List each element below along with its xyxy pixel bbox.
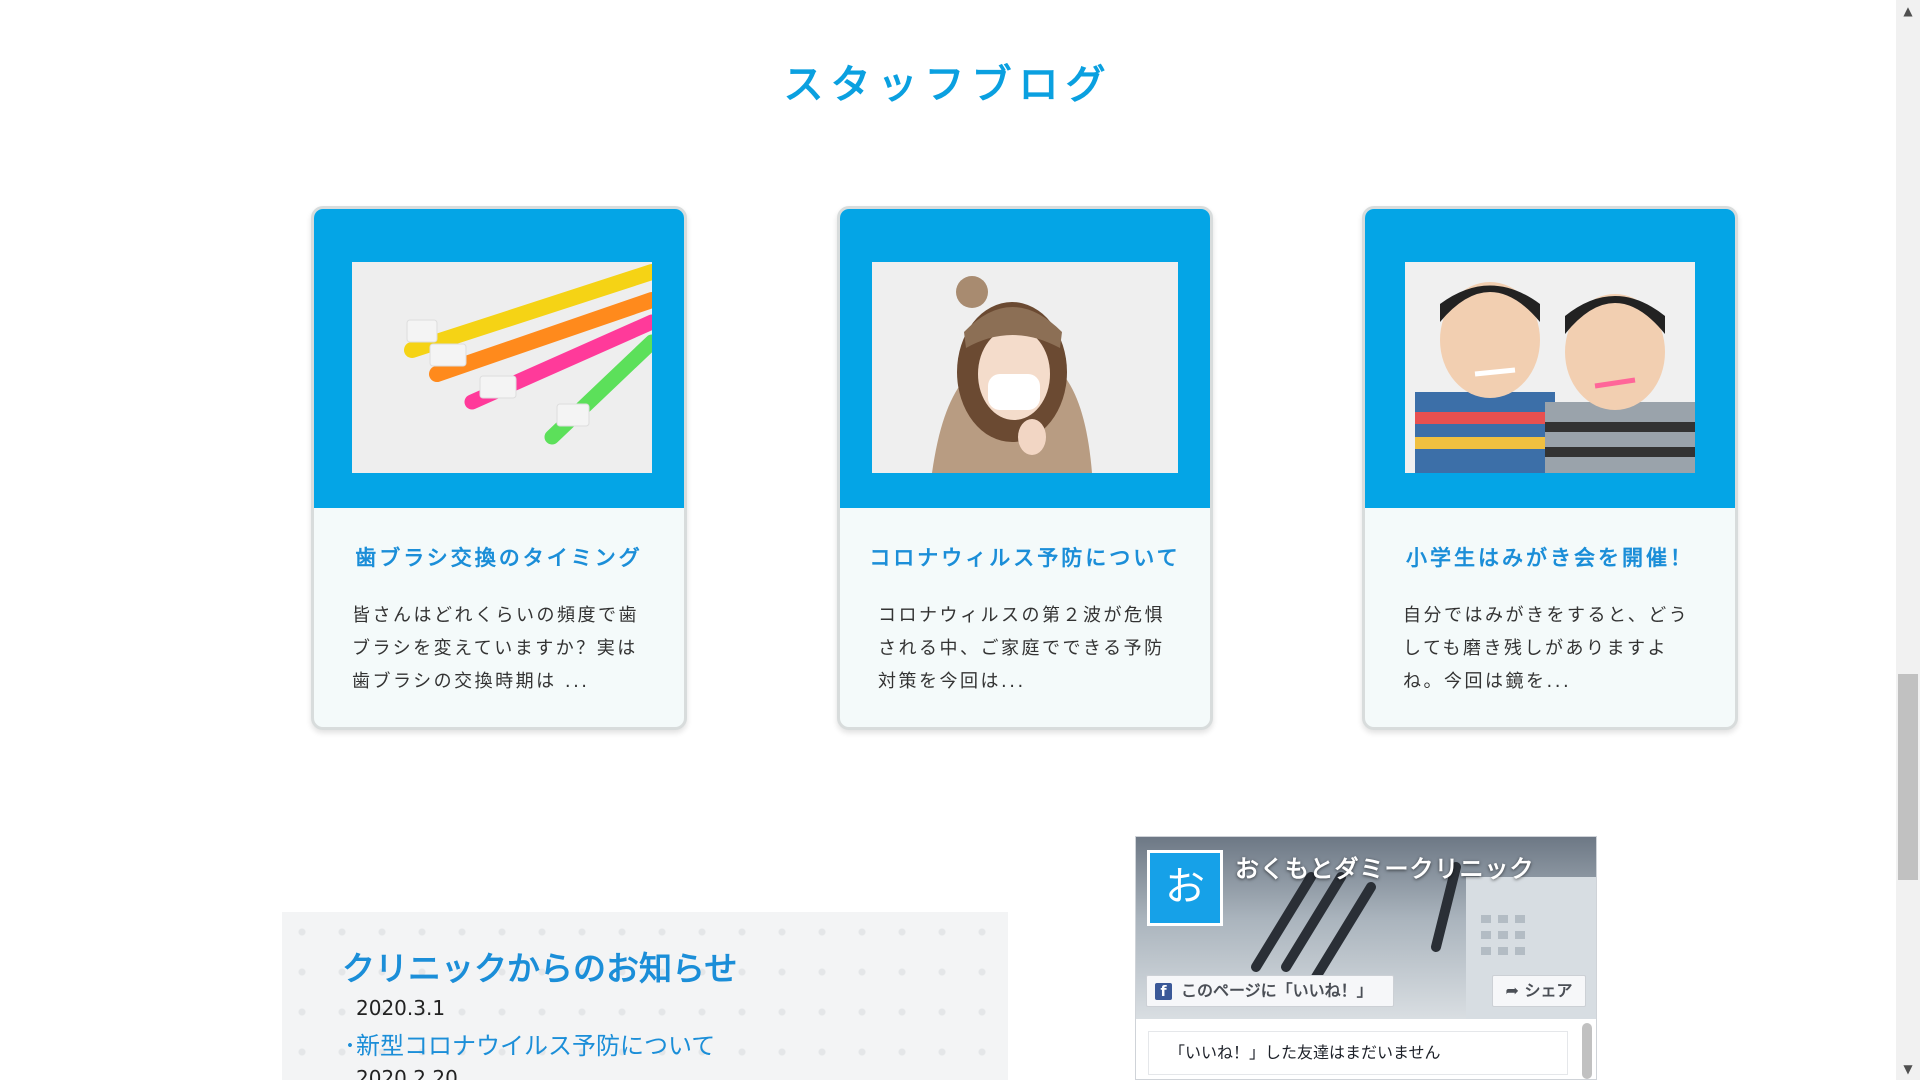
scroll-up-icon[interactable]: ▲	[1896, 0, 1920, 22]
excerpt-line: 対策を今回は...	[878, 671, 1026, 692]
blog-card[interactable]: 歯ブラシ交換のタイミング 皆さんはどれくらいの頻度で歯 ブラシを変えていますか？…	[311, 206, 687, 730]
scrollbar-thumb[interactable]	[1898, 674, 1918, 880]
like-button-label: このページに「いいね！」	[1181, 981, 1373, 1000]
notice-title: クリニックからのお知らせ	[342, 949, 738, 988]
widget-scrollbar[interactable]	[1582, 1023, 1592, 1079]
masked-woman-photo[interactable]	[872, 262, 1178, 473]
card-excerpt: 皆さんはどれくらいの頻度で歯 ブラシを変えていますか？実は 歯ブラシの交換時期は…	[352, 599, 654, 698]
share-button-label: シェア	[1524, 981, 1573, 1000]
excerpt-line: 歯ブラシの交換時期は ...	[352, 671, 590, 692]
scroll-down-icon[interactable]: ▼	[1896, 1058, 1920, 1080]
excerpt-line: しても磨き残しがありますよ	[1403, 638, 1669, 659]
excerpt-line: 皆さんはどれくらいの頻度で歯	[352, 605, 639, 626]
blog-card[interactable]: コロナウィルス予防について コロナウィルスの第２波が危惧 される中、ご家庭ででき…	[837, 206, 1213, 730]
facebook-share-button[interactable]: ➦ シェア	[1492, 975, 1586, 1007]
blog-card[interactable]: 小学生はみがき会を開催！ 自分ではみがきをすると、どう しても磨き残しがあります…	[1362, 206, 1738, 730]
section-header: スタッフブログ	[0, 52, 1896, 120]
section-title-text: スタッフブログ	[783, 62, 1113, 108]
excerpt-line: ね。今回は鏡を...	[1403, 671, 1572, 692]
facebook-page-name[interactable]: おくもとダミークリニック	[1235, 849, 1535, 884]
facebook-cover-photo[interactable]: お おくもとダミークリニック f このページに「いいね！」 ➦ シェア	[1136, 837, 1596, 1019]
page-scrollbar[interactable]: ▲ ▼	[1896, 0, 1920, 1080]
notice-link[interactable]: ･新型コロナウイルス予防について	[344, 1026, 715, 1061]
facebook-like-button[interactable]: f このページに「いいね！」	[1146, 975, 1394, 1007]
notice-date: 2020.2.20	[356, 1066, 458, 1080]
notice-date: 2020.3.1	[356, 996, 446, 1020]
friends-liked-text: 「いいね！」した友達はまだいません	[1148, 1031, 1568, 1075]
card-title[interactable]: 歯ブラシ交換のタイミング	[314, 542, 684, 572]
card-title[interactable]: コロナウィルス予防について	[840, 542, 1210, 572]
excerpt-line: コロナウィルスの第２波が危惧	[878, 605, 1165, 626]
masked-woman-illustration	[872, 262, 1178, 473]
excerpt-line: ブラシを変えていますか？実は	[352, 638, 638, 659]
facebook-page-widget: お おくもとダミークリニック f このページに「いいね！」 ➦ シェア 「いいね…	[1135, 836, 1597, 1080]
kids-brushing-illustration	[1405, 262, 1695, 473]
facebook-logo-icon: f	[1155, 983, 1172, 1000]
clinic-notice-panel: クリニックからのお知らせ 2020.3.1 ･新型コロナウイルス予防について 2…	[282, 912, 1008, 1080]
toothbrushes-illustration	[352, 262, 652, 473]
kids-brushing-photo[interactable]	[1405, 262, 1695, 473]
page-avatar[interactable]: お	[1147, 850, 1223, 926]
share-arrow-icon: ➦	[1505, 981, 1525, 1000]
excerpt-line: 自分ではみがきをすると、どう	[1403, 605, 1690, 626]
card-excerpt: コロナウィルスの第２波が危惧 される中、ご家庭でできる予防 対策を今回は...	[878, 599, 1180, 698]
card-title[interactable]: 小学生はみがき会を開催！	[1365, 542, 1735, 572]
section-title: スタッフブログ	[775, 52, 1121, 120]
toothbrushes-photo[interactable]	[352, 262, 652, 473]
excerpt-line: される中、ご家庭でできる予防	[878, 638, 1165, 659]
card-excerpt: 自分ではみがきをすると、どう しても磨き残しがありますよ ね。今回は鏡を...	[1403, 599, 1705, 698]
